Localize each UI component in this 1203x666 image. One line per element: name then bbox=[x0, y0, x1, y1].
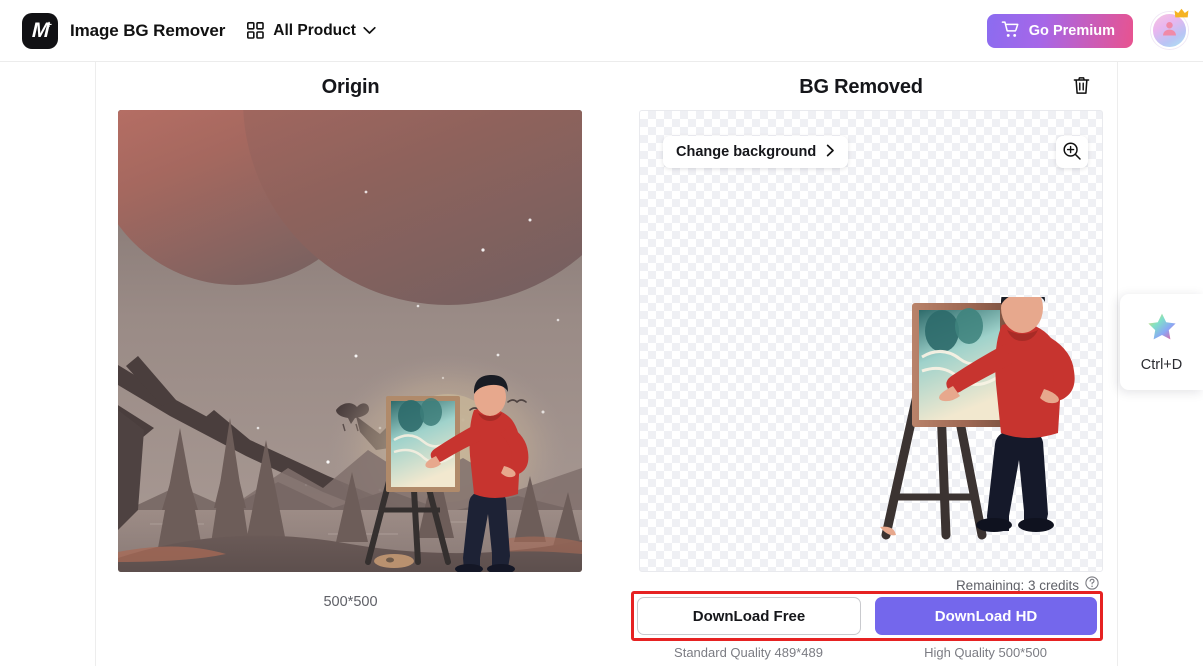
grid-icon bbox=[247, 22, 265, 39]
bookmark-shortcut-widget[interactable]: Ctrl+D bbox=[1120, 294, 1203, 390]
app-root: M + Image BG Remover All Product Go Prem… bbox=[0, 0, 1203, 666]
cart-icon bbox=[1001, 20, 1020, 42]
logo-plus-mark: + bbox=[46, 19, 52, 31]
app-logo[interactable]: M + bbox=[22, 12, 58, 49]
zoom-in-icon bbox=[1062, 141, 1082, 164]
cutout-subject bbox=[880, 297, 1075, 540]
result-pane: BG Removed Change background Remaining: … bbox=[605, 62, 1117, 666]
header-actions: Go Premium bbox=[986, 8, 1189, 49]
avatar[interactable] bbox=[1151, 8, 1189, 49]
bg-removed-canvas: Change background bbox=[639, 110, 1103, 572]
credits-text: Remaining: 3 credits bbox=[955, 578, 1079, 593]
app-header: M + Image BG Remover All Product Go Prem… bbox=[0, 0, 1203, 62]
bookmark-shortcut-label: Ctrl+D bbox=[1140, 356, 1183, 373]
download-free-quality: Standard Quality 489*489 bbox=[674, 645, 823, 660]
change-background-label: Change background bbox=[676, 144, 817, 160]
page-title: Image BG Remover bbox=[70, 20, 226, 40]
download-hd-quality: High Quality 500*500 bbox=[924, 645, 1047, 660]
change-background-button[interactable]: Change background bbox=[663, 136, 849, 168]
crown-icon bbox=[1174, 7, 1189, 25]
content-panes: Origin 500*500 BG Removed Change backgro… bbox=[96, 62, 1117, 666]
zoom-in-button[interactable] bbox=[1056, 136, 1088, 168]
origin-pane: Origin 500*500 bbox=[96, 62, 605, 666]
credits-info: Remaining: 3 credits bbox=[956, 576, 1099, 595]
delete-button[interactable] bbox=[1068, 74, 1094, 100]
origin-dimensions: 500*500 bbox=[323, 594, 378, 610]
download-free-button[interactable]: DownLoad Free bbox=[637, 597, 861, 635]
go-premium-label: Go Premium bbox=[1028, 22, 1115, 39]
trash-icon bbox=[1071, 75, 1092, 99]
chevron-down-icon bbox=[363, 22, 376, 40]
go-premium-button[interactable]: Go Premium bbox=[986, 13, 1133, 48]
download-quality-row: Standard Quality 489*489 High Quality 50… bbox=[637, 645, 1097, 660]
origin-title: Origin bbox=[321, 76, 380, 98]
chevron-right-icon bbox=[826, 144, 835, 160]
original-image bbox=[118, 110, 582, 572]
right-divider bbox=[1117, 62, 1118, 666]
result-title: BG Removed bbox=[799, 76, 923, 98]
download-hd-button[interactable]: DownLoad HD bbox=[875, 597, 1097, 635]
download-buttons-row: DownLoad Free DownLoad HD bbox=[637, 597, 1097, 635]
all-product-label: All Product bbox=[273, 21, 356, 39]
all-product-menu[interactable]: All Product bbox=[247, 22, 376, 40]
question-circle-icon[interactable] bbox=[1085, 576, 1099, 595]
star-icon bbox=[1147, 312, 1177, 347]
